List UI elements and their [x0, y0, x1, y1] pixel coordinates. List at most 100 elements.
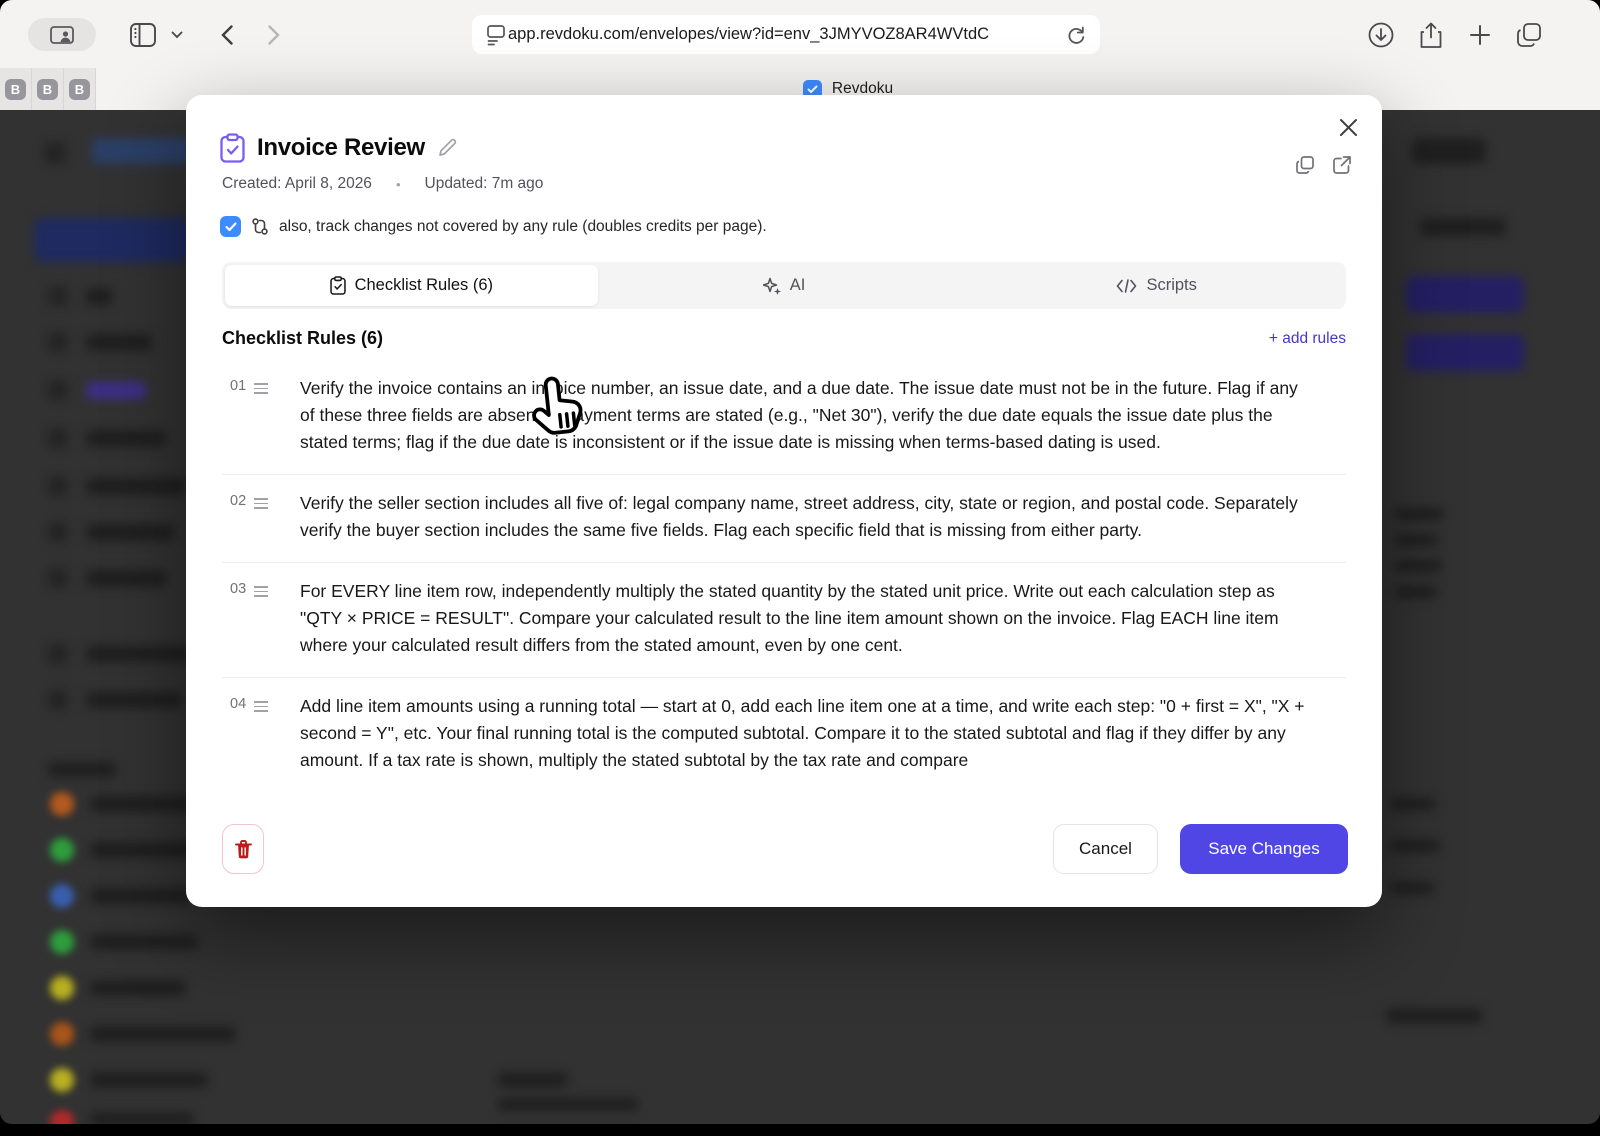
chevron-right-icon — [268, 25, 280, 45]
updated-time: Updated: 7m ago — [424, 175, 544, 192]
modal-meta: Created: April 8, 2026 • Updated: 7m ago — [222, 175, 543, 193]
edit-pencil-icon[interactable] — [437, 138, 457, 158]
pinned-tab[interactable]: B — [32, 68, 64, 110]
label-item — [90, 1072, 208, 1088]
back-button[interactable] — [210, 18, 244, 52]
label-item — [90, 888, 190, 904]
rule-row[interactable]: 02 Verify the seller section includes al… — [222, 475, 1346, 563]
sidebar-item — [86, 692, 182, 708]
sidebar-icon — [48, 644, 68, 664]
sidebar-item — [86, 478, 186, 495]
label-item — [90, 1026, 236, 1042]
rule-row[interactable]: 03 For EVERY line item row, independentl… — [222, 563, 1346, 678]
label-dot — [50, 930, 74, 954]
profile-tab-button[interactable] — [28, 18, 96, 51]
track-changes-label[interactable]: also, track changes not covered by any r… — [279, 218, 767, 236]
rule-row[interactable]: 04 Add line item amounts using a running… — [222, 678, 1346, 792]
chevron-down-icon — [171, 31, 183, 39]
label-item — [90, 1112, 194, 1124]
doc-heading-line — [498, 1072, 568, 1087]
detail-line — [1394, 534, 1438, 546]
pinned-tab[interactable]: B — [0, 68, 32, 110]
track-changes-checkbox[interactable] — [220, 216, 241, 237]
nav-right-button — [1412, 138, 1486, 164]
tab-ai-label: AI — [789, 276, 806, 294]
create-button-blurred — [34, 218, 192, 262]
url-text[interactable]: app.revdoku.com/envelopes/view?id=env_3J… — [508, 25, 1067, 44]
detail-line — [1394, 508, 1444, 520]
label-dot — [50, 884, 74, 908]
sidebar-icon — [48, 428, 68, 448]
delete-checklist-button[interactable] — [222, 824, 264, 874]
sparkles-icon — [762, 277, 781, 295]
sidebar-icon — [48, 476, 68, 496]
tab-ai[interactable]: AI — [598, 265, 971, 306]
drag-handle-icon[interactable] — [254, 581, 269, 597]
invoice-review-modal: Invoice Review Created: April 8, 2026 • … — [186, 95, 1382, 907]
modal-corner-actions — [1295, 155, 1352, 175]
rule-text[interactable]: For EVERY line item row, independently m… — [300, 578, 1312, 659]
drag-handle-icon[interactable] — [254, 696, 269, 712]
doc-text-line — [498, 1098, 638, 1111]
rule-text[interactable]: Verify the seller section includes all f… — [300, 490, 1312, 544]
label-item — [90, 934, 198, 950]
close-button[interactable] — [1336, 115, 1360, 139]
pinned-tab[interactable]: B — [64, 68, 96, 110]
tab-checklist-rules-label: Checklist Rules (6) — [354, 276, 494, 294]
sidebar-toggle-button[interactable] — [126, 18, 160, 52]
sidebar-item-active — [86, 382, 146, 399]
tabs-icon — [1517, 23, 1541, 47]
downloads-button[interactable] — [1364, 18, 1398, 52]
label-item — [90, 980, 186, 996]
cancel-button[interactable]: Cancel — [1053, 824, 1158, 874]
tab-scripts[interactable]: Scripts — [970, 265, 1343, 306]
drag-handle-icon[interactable] — [254, 378, 269, 394]
modal-header: Invoice Review — [220, 133, 457, 163]
modal-tab-bar: Checklist Rules (6) AI Scripts — [222, 262, 1346, 309]
open-external-icon[interactable] — [1332, 155, 1352, 175]
rule-text[interactable]: Add line item amounts using a running to… — [300, 693, 1312, 774]
tab-checklist-rules[interactable]: Checklist Rules (6) — [225, 265, 598, 306]
rule-text[interactable]: Verify the invoice contains an invoice n… — [300, 375, 1312, 456]
label-dot — [50, 792, 74, 816]
sidebar-icon — [48, 568, 68, 588]
browser-window: app.revdoku.com/envelopes/view?id=env_3J… — [0, 0, 1600, 1124]
modal-title: Invoice Review — [257, 134, 425, 161]
save-changes-button[interactable]: Save Changes — [1180, 824, 1348, 874]
duplicate-icon[interactable] — [1295, 155, 1315, 175]
rule-number: 03 — [230, 581, 247, 597]
sidebar-icon — [130, 23, 156, 47]
rules-list: 01 Verify the invoice contains an invoic… — [222, 360, 1346, 817]
track-changes-icon — [252, 218, 268, 235]
forward-button[interactable] — [257, 18, 291, 52]
action-button-blurred — [1406, 334, 1524, 371]
sidebar-icon — [48, 690, 68, 710]
code-icon — [1117, 278, 1137, 293]
new-tab-button[interactable] — [1463, 18, 1497, 52]
reload-icon[interactable] — [1067, 25, 1086, 45]
add-rules-link[interactable]: + add rules — [1269, 330, 1346, 348]
detail-line — [1390, 882, 1434, 894]
tab-overview-button[interactable] — [1512, 18, 1546, 52]
track-changes-row: also, track changes not covered by any r… — [220, 216, 767, 237]
detail-line — [1394, 560, 1442, 572]
rule-number: 04 — [230, 696, 247, 712]
sidebar-chevron-button[interactable] — [166, 18, 188, 52]
rule-row[interactable]: 01 Verify the invoice contains an invoic… — [222, 360, 1346, 475]
detail-line — [1390, 798, 1436, 810]
label-dot — [50, 838, 74, 862]
drag-handle-icon[interactable] — [254, 493, 269, 509]
pinned-tabs: B B B — [0, 68, 96, 110]
detail-line — [1394, 586, 1438, 598]
sidebar-item — [86, 524, 174, 541]
plus-icon — [1470, 25, 1490, 45]
sidebar-icon — [48, 380, 68, 400]
share-button[interactable] — [1414, 18, 1448, 52]
window-profile-icon — [50, 25, 74, 44]
close-icon — [1339, 118, 1357, 136]
action-button-blurred — [1406, 276, 1524, 313]
meta-separator: • — [395, 176, 401, 192]
trash-icon — [234, 839, 252, 858]
sidebar-icon — [48, 332, 68, 352]
address-bar[interactable]: app.revdoku.com/envelopes/view?id=env_3J… — [472, 15, 1100, 54]
